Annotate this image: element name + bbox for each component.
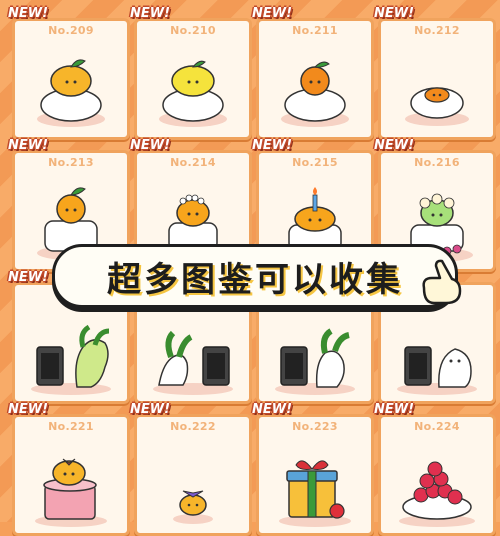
card-number: No.216 xyxy=(414,156,460,169)
new-badge: NEW! xyxy=(374,402,415,417)
pointing-hand-icon xyxy=(422,259,462,305)
bow-chick-icon xyxy=(173,490,213,524)
collection-card-211[interactable]: No.211 xyxy=(256,18,374,140)
card-number: No.224 xyxy=(414,420,460,433)
card-number: No.222 xyxy=(170,420,216,433)
promo-banner: 超多图鉴可以收集 xyxy=(52,244,458,308)
new-badge: NEW! xyxy=(8,402,49,417)
new-badge: NEW! xyxy=(252,402,293,417)
banner-text: 超多图鉴可以收集 xyxy=(107,259,403,300)
hat-box-icon xyxy=(35,458,107,527)
new-badge: NEW! xyxy=(130,138,171,153)
lemon-mochi-icon xyxy=(159,60,227,127)
card-number: No.221 xyxy=(48,420,94,433)
collection-card-222[interactable]: No.222 xyxy=(134,414,252,536)
card-number: No.215 xyxy=(292,156,338,169)
card-number: No.212 xyxy=(414,24,460,37)
card-number: No.214 xyxy=(170,156,216,169)
heater-cabbage-2-icon xyxy=(275,328,355,395)
heater-cabbage-icon xyxy=(31,324,111,395)
collection-card-224[interactable]: No.224 xyxy=(378,414,496,536)
new-badge: NEW! xyxy=(8,270,49,285)
new-badge: NEW! xyxy=(374,138,415,153)
heater-ghost-icon xyxy=(397,346,477,395)
card-number: No.209 xyxy=(48,24,94,37)
card-number: No.223 xyxy=(292,420,338,433)
card-number: No.211 xyxy=(292,24,338,37)
gift-box-icon xyxy=(279,460,351,527)
cabbage-heater-icon xyxy=(153,330,233,395)
small-orange-mochi-icon xyxy=(405,87,469,126)
collection-card-210[interactable]: No.210 xyxy=(134,18,252,140)
mandarin-mochi-icon xyxy=(281,61,349,127)
new-badge: NEW! xyxy=(374,6,415,21)
collection-card-221[interactable]: No.221 xyxy=(12,414,130,536)
new-badge: NEW! xyxy=(8,138,49,153)
card-number: No.210 xyxy=(170,24,216,37)
new-badge: NEW! xyxy=(252,6,293,21)
new-badge: NEW! xyxy=(8,6,49,21)
collection-card-212[interactable]: No.212 xyxy=(378,18,496,140)
new-badge: NEW! xyxy=(130,402,171,417)
collection-card-209[interactable]: No.209 xyxy=(12,18,130,140)
card-number: No.213 xyxy=(48,156,94,169)
orange-mochi-icon xyxy=(37,59,105,127)
new-badge: NEW! xyxy=(130,6,171,21)
new-badge: NEW! xyxy=(252,138,293,153)
collection-card-223[interactable]: No.223 xyxy=(256,414,374,536)
berry-pile-icon xyxy=(399,461,475,527)
